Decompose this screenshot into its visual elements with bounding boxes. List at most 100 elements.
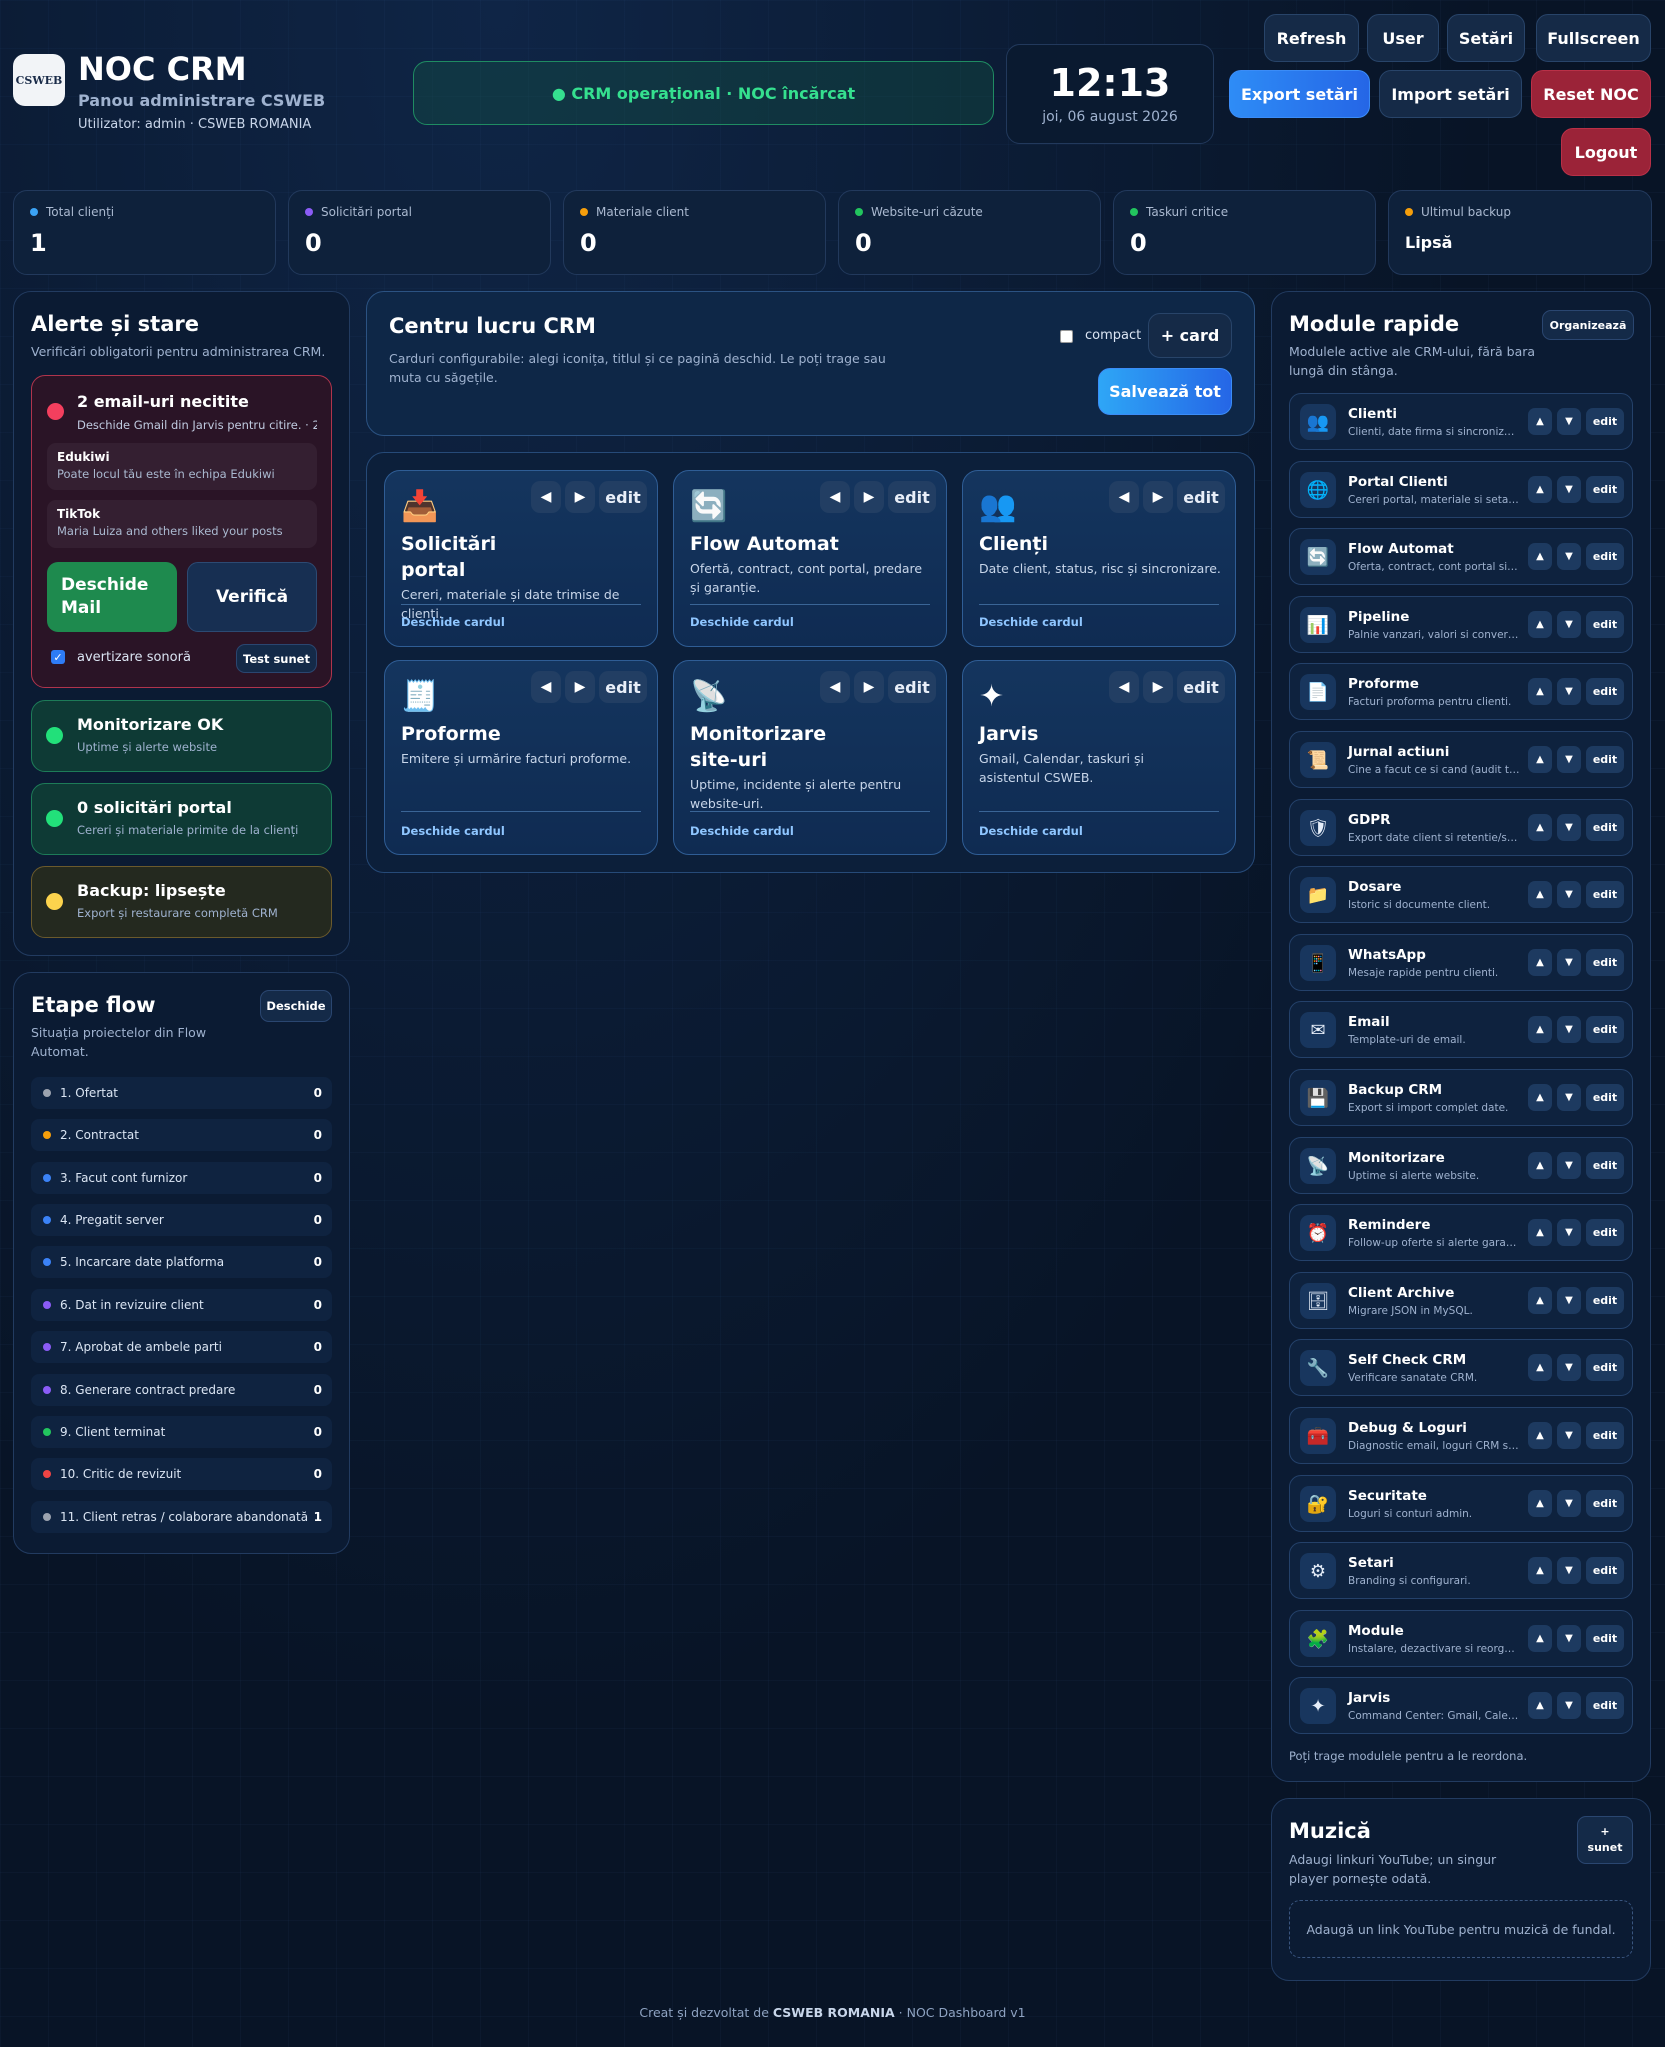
module-item-jurnal-actiuni[interactable]: 📜 Jurnal actiuni Cine a facut ce si cand (… bbox=[1289, 731, 1633, 788]
edit-module-button[interactable]: edit bbox=[1586, 881, 1624, 908]
move-down-button[interactable]: ▼ bbox=[1557, 408, 1581, 435]
module-item-setari[interactable]: ⚙ Setari Branding si configurari. ▲ ▼ edit bbox=[1289, 1542, 1633, 1599]
move-up-button[interactable]: ▲ bbox=[1528, 408, 1552, 435]
flow-stage[interactable]: 2. Contractat 0 bbox=[31, 1119, 332, 1151]
move-up-button[interactable]: ▲ bbox=[1528, 881, 1552, 908]
move-down-button[interactable]: ▼ bbox=[1557, 1016, 1581, 1043]
move-right-button[interactable]: ▶ bbox=[854, 671, 884, 703]
save-all-button[interactable]: Salvează tot bbox=[1098, 368, 1232, 415]
move-down-button[interactable]: ▼ bbox=[1557, 949, 1581, 976]
flow-stage[interactable]: 4. Pregatit server 0 bbox=[31, 1204, 332, 1236]
add-card-button[interactable]: + card bbox=[1148, 313, 1232, 358]
module-item-portal-clienti[interactable]: 🌐 Portal Clienti Cereri portal, materiale … bbox=[1289, 461, 1633, 518]
move-up-button[interactable]: ▲ bbox=[1528, 1219, 1552, 1246]
edit-module-button[interactable]: edit bbox=[1586, 1354, 1624, 1381]
edit-module-button[interactable]: edit bbox=[1586, 1692, 1624, 1719]
work-card-jarvis[interactable]: ✦ ◀ ▶ edit Jarvis Gmail, Calendar, taskuri… bbox=[962, 660, 1236, 855]
test-sound-button[interactable]: Test sunet bbox=[236, 644, 317, 673]
flow-stage[interactable]: 3. Facut cont furnizor 0 bbox=[31, 1162, 332, 1194]
module-item-pipeline[interactable]: 📊 Pipeline Palnie vanzari, valori si conve… bbox=[1289, 596, 1633, 653]
flow-stage[interactable]: 10. Critic de revizuit 0 bbox=[31, 1458, 332, 1490]
open-mail-button[interactable]: Deschide Mail bbox=[47, 562, 177, 632]
work-card-portal-requests[interactable]: 📥 ◀ ▶ edit Solicitări portal Cereri, mater… bbox=[384, 470, 658, 647]
module-item-self-check-crm[interactable]: 🔧 Self Check CRM Verificare sanatate CRM. ▲… bbox=[1289, 1339, 1633, 1396]
move-up-button[interactable]: ▲ bbox=[1528, 814, 1552, 841]
fullscreen-button[interactable]: Fullscreen bbox=[1536, 14, 1651, 62]
move-left-button[interactable]: ◀ bbox=[1109, 671, 1139, 703]
move-left-button[interactable]: ◀ bbox=[1109, 481, 1139, 513]
move-down-button[interactable]: ▼ bbox=[1557, 1354, 1581, 1381]
module-item-securitate[interactable]: 🔐 Securitate Loguri si conturi admin. ▲ ▼ edi… bbox=[1289, 1475, 1633, 1532]
module-item-client-archive[interactable]: 🗄 Client Archive Migrare JSON in MySQL. ▲ ▼ e… bbox=[1289, 1272, 1633, 1329]
edit-module-button[interactable]: edit bbox=[1586, 1084, 1624, 1111]
open-card-link[interactable]: Deschide cardul bbox=[401, 824, 505, 838]
edit-module-button[interactable]: edit bbox=[1586, 814, 1624, 841]
module-item-flow-automat[interactable]: 🔄 Flow Automat Oferta, contract, cont port… bbox=[1289, 528, 1633, 585]
edit-module-button[interactable]: edit bbox=[1586, 1422, 1624, 1449]
user-button[interactable]: User bbox=[1367, 14, 1439, 62]
edit-module-button[interactable]: edit bbox=[1586, 1287, 1624, 1314]
edit-module-button[interactable]: edit bbox=[1586, 949, 1624, 976]
module-item-jarvis[interactable]: ✦ Jarvis Command Center: Gmail, Calenda...… bbox=[1289, 1677, 1633, 1734]
flow-stage[interactable]: 1. Ofertat 0 bbox=[31, 1077, 332, 1109]
edit-module-button[interactable]: edit bbox=[1586, 611, 1624, 638]
flow-stage[interactable]: 11. Client retras / colaborare abandonat… bbox=[31, 1501, 332, 1533]
edit-module-button[interactable]: edit bbox=[1586, 1219, 1624, 1246]
module-item-clienti[interactable]: 👥 Clienti Clienti, date firma si sincroniz… bbox=[1289, 393, 1633, 450]
move-up-button[interactable]: ▲ bbox=[1528, 1084, 1552, 1111]
move-up-button[interactable]: ▲ bbox=[1528, 1557, 1552, 1584]
edit-card-button[interactable]: edit bbox=[888, 481, 936, 513]
open-card-link[interactable]: Deschide cardul bbox=[979, 615, 1083, 629]
move-left-button[interactable]: ◀ bbox=[531, 481, 561, 513]
flow-stage[interactable]: 9. Client terminat 0 bbox=[31, 1416, 332, 1448]
edit-module-button[interactable]: edit bbox=[1586, 1016, 1624, 1043]
sound-alert-checkbox[interactable]: ✓ bbox=[51, 650, 65, 664]
flow-open-button[interactable]: Deschide bbox=[260, 990, 332, 1022]
flow-stage[interactable]: 8. Generare contract predare 0 bbox=[31, 1374, 332, 1406]
move-up-button[interactable]: ▲ bbox=[1528, 1422, 1552, 1449]
move-up-button[interactable]: ▲ bbox=[1528, 949, 1552, 976]
edit-module-button[interactable]: edit bbox=[1586, 678, 1624, 705]
move-down-button[interactable]: ▼ bbox=[1557, 476, 1581, 503]
module-item-remindere[interactable]: ⏰ Remindere Follow-up oferte si alerte gar… bbox=[1289, 1204, 1633, 1261]
move-up-button[interactable]: ▲ bbox=[1528, 1354, 1552, 1381]
organize-button[interactable]: Organizează bbox=[1542, 310, 1634, 340]
module-item-backup-crm[interactable]: 💾 Backup CRM Export si import complet date… bbox=[1289, 1069, 1633, 1126]
edit-module-button[interactable]: edit bbox=[1586, 1557, 1624, 1584]
open-card-link[interactable]: Deschide cardul bbox=[690, 615, 794, 629]
module-item-proforme[interactable]: 📄 Proforme Facturi proforma pentru clienti… bbox=[1289, 663, 1633, 720]
move-down-button[interactable]: ▼ bbox=[1557, 881, 1581, 908]
move-right-button[interactable]: ▶ bbox=[1143, 671, 1173, 703]
compact-checkbox[interactable] bbox=[1060, 330, 1073, 343]
move-up-button[interactable]: ▲ bbox=[1528, 611, 1552, 638]
edit-card-button[interactable]: edit bbox=[599, 481, 647, 513]
flow-stage[interactable]: 5. Incarcare date platforma 0 bbox=[31, 1246, 332, 1278]
edit-module-button[interactable]: edit bbox=[1586, 1490, 1624, 1517]
move-left-button[interactable]: ◀ bbox=[820, 481, 850, 513]
move-right-button[interactable]: ▶ bbox=[854, 481, 884, 513]
module-item-debug-loguri[interactable]: 🧰 Debug & Loguri Diagnostic email, loguri … bbox=[1289, 1407, 1633, 1464]
edit-module-button[interactable]: edit bbox=[1586, 1152, 1624, 1179]
move-up-button[interactable]: ▲ bbox=[1528, 543, 1552, 570]
verify-button[interactable]: Verifică bbox=[187, 562, 317, 632]
move-right-button[interactable]: ▶ bbox=[565, 671, 595, 703]
email-item[interactable]: Edukiwi Poate locul tău este în echipa E… bbox=[47, 443, 317, 490]
move-left-button[interactable]: ◀ bbox=[820, 671, 850, 703]
edit-module-button[interactable]: edit bbox=[1586, 408, 1624, 435]
open-card-link[interactable]: Deschide cardul bbox=[979, 824, 1083, 838]
import-settings-button[interactable]: Import setări bbox=[1379, 70, 1522, 118]
flow-stage[interactable]: 6. Dat in revizuire client 0 bbox=[31, 1289, 332, 1321]
open-card-link[interactable]: Deschide cardul bbox=[401, 615, 505, 629]
move-down-button[interactable]: ▼ bbox=[1557, 1692, 1581, 1719]
module-item-gdpr[interactable]: 🛡 GDPR Export date client si retentie/ster… bbox=[1289, 799, 1633, 856]
move-down-button[interactable]: ▼ bbox=[1557, 1557, 1581, 1584]
move-up-button[interactable]: ▲ bbox=[1528, 476, 1552, 503]
edit-module-button[interactable]: edit bbox=[1586, 1625, 1624, 1652]
settings-button[interactable]: Setări bbox=[1447, 14, 1525, 62]
move-up-button[interactable]: ▲ bbox=[1528, 1152, 1552, 1179]
add-sound-button[interactable]: + sunet bbox=[1577, 1816, 1633, 1864]
move-down-button[interactable]: ▼ bbox=[1557, 1084, 1581, 1111]
module-item-monitorizare[interactable]: 📡 Monitorizare Uptime si alerte website. ▲ ▼… bbox=[1289, 1137, 1633, 1194]
open-card-link[interactable]: Deschide cardul bbox=[690, 824, 794, 838]
move-up-button[interactable]: ▲ bbox=[1528, 1287, 1552, 1314]
